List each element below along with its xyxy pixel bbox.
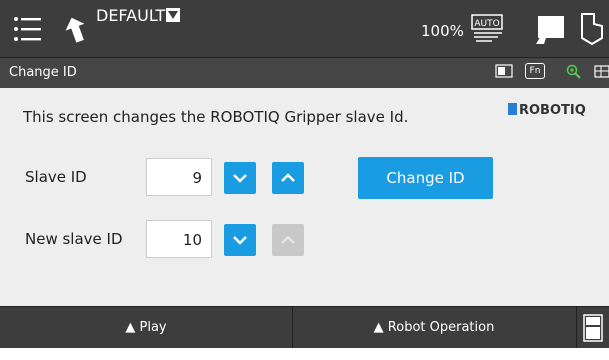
touch-hand-icon[interactable] (576, 10, 606, 48)
change-id-panel: This screen changes the ROBOTIQ Gripper … (0, 88, 609, 306)
robotiq-logo-mark (508, 103, 517, 115)
chevron-up-icon (281, 235, 295, 244)
menu-button[interactable] (8, 10, 48, 48)
screen-description: This screen changes the ROBOTIQ Gripper … (23, 108, 409, 126)
undo-icon (65, 17, 85, 43)
svg-text:AUTO: AUTO (474, 19, 499, 29)
robotiq-logo: ROBOTIQ (508, 103, 586, 118)
robotiq-logo-text: ROBOTIQ (519, 103, 586, 118)
mode-dropdown-icon (166, 8, 181, 22)
robot-operation-button[interactable]: ▲ Robot Operation (293, 307, 575, 348)
mode-label: DEFAULT (96, 6, 166, 25)
new-slave-id-decrement-button[interactable] (224, 224, 256, 256)
bottom-bar: ▲ Play ▲ Robot Operation (0, 306, 609, 348)
new-slave-id-value[interactable]: 10 (146, 220, 212, 258)
mode-selector[interactable]: DEFAULT (96, 6, 181, 25)
screen-title-bar: Change ID Fn (0, 57, 609, 88)
chevron-up-icon (281, 173, 295, 182)
chevron-down-icon (233, 236, 247, 245)
menu-icon (14, 17, 41, 41)
new-slave-id-increment-button[interactable] (272, 224, 304, 256)
slave-id-value[interactable]: 9 (146, 158, 212, 196)
panel-icon (583, 314, 603, 342)
new-slave-id-label: New slave ID (25, 230, 123, 248)
slave-id-decrement-button[interactable] (224, 162, 256, 194)
panel-button[interactable] (577, 307, 609, 348)
change-id-button[interactable]: Change ID (358, 157, 493, 199)
play-button[interactable]: ▲ Play (0, 307, 292, 348)
fn-icon[interactable]: Fn (525, 63, 545, 79)
zoom-in-icon[interactable] (566, 64, 582, 80)
screen-title: Change ID (9, 65, 77, 80)
slave-id-increment-button[interactable] (272, 162, 304, 194)
speed-percentage: 100% (421, 22, 464, 40)
slave-id-label: Slave ID (25, 168, 87, 186)
undo-button[interactable] (58, 10, 94, 48)
robot-icon[interactable] (532, 12, 568, 48)
display-icon[interactable] (495, 64, 515, 80)
top-bar: DEFAULT 100% AUTO (0, 0, 609, 57)
auto-mode-icon[interactable]: AUTO (470, 13, 506, 43)
chevron-down-icon (233, 174, 247, 183)
window-split-icon[interactable] (594, 64, 609, 80)
